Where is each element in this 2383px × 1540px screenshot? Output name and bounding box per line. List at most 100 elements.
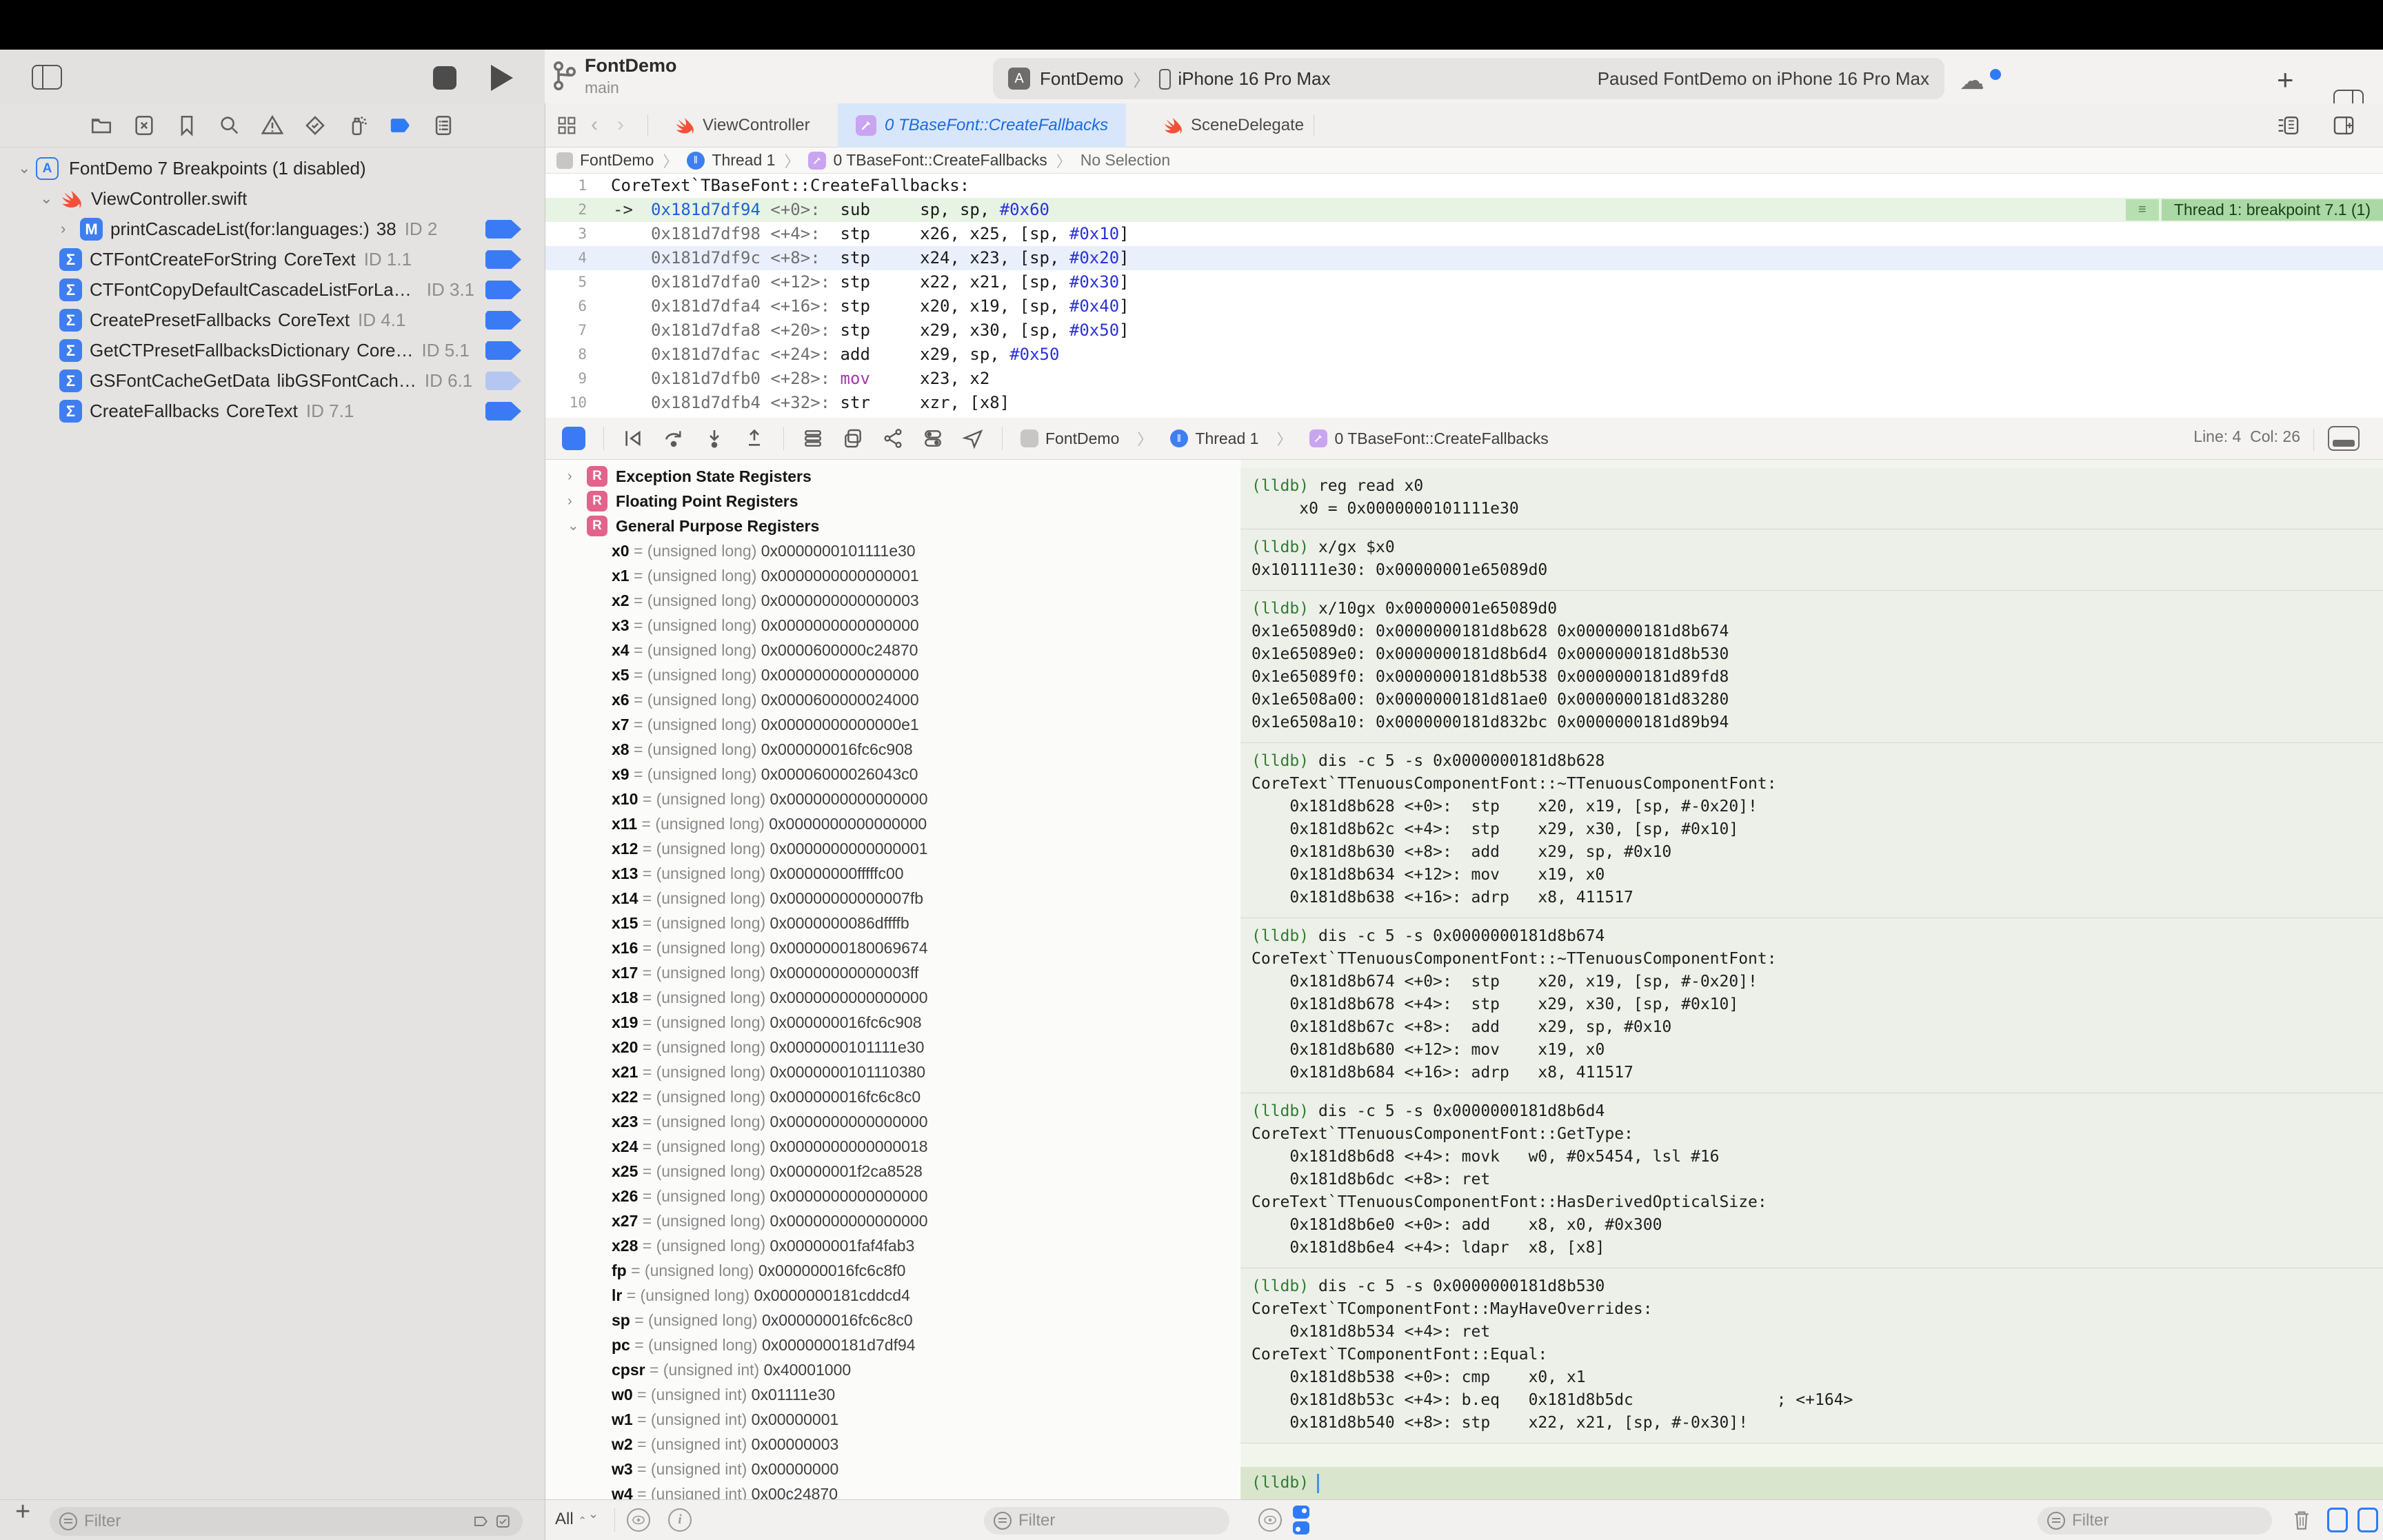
disclosure-open-icon[interactable]: ⌄ [18, 153, 30, 183]
line-number[interactable]: 7 [545, 318, 587, 343]
disclosure-closed-icon[interactable]: › [61, 214, 66, 244]
console-filter-input[interactable] [2071, 1510, 2262, 1531]
breakpoint-toggle-badge[interactable] [485, 311, 521, 330]
register-row[interactable]: x26 = (unsigned long) 0x0000000000000000 [545, 1184, 1240, 1208]
debugger-layout-icon[interactable] [1293, 1506, 1311, 1534]
register-row[interactable]: x9 = (unsigned long) 0x00006000026043c0 [545, 762, 1240, 787]
spray-icon[interactable] [346, 114, 370, 137]
back-chevron-icon[interactable]: ‹ [591, 113, 598, 136]
line-number[interactable]: 8 [545, 343, 587, 367]
tab-scenedelegate[interactable]: SceneDelegate [1144, 103, 1322, 148]
register-row[interactable]: x3 = (unsigned long) 0x0000000000000000 [545, 613, 1240, 638]
register-row[interactable]: x19 = (unsigned long) 0x000000016fc6c908 [545, 1010, 1240, 1035]
register-row[interactable]: x25 = (unsigned long) 0x00000001f2ca8528 [545, 1159, 1240, 1184]
register-row[interactable]: x28 = (unsigned long) 0x00000001faf4fab3 [545, 1233, 1240, 1258]
register-row[interactable]: w4 = (unsigned int) 0x00c24870 [545, 1481, 1240, 1499]
line-number[interactable]: 2 [545, 198, 587, 222]
register-row[interactable]: x2 = (unsigned long) 0x0000000000000003 [545, 588, 1240, 613]
register-row[interactable]: x21 = (unsigned long) 0x0000000101110380 [545, 1060, 1240, 1084]
variables-scope-select[interactable]: All ⌃ [555, 1510, 587, 1529]
bookmark-icon[interactable] [175, 114, 199, 137]
register-row[interactable]: x14 = (unsigned long) 0x00000000000007fb [545, 886, 1240, 911]
breakpoint-row[interactable]: ΣCreatePresetFallbacksCoreTextID 4.1 [0, 305, 545, 335]
environment-overrides-icon[interactable] [922, 427, 944, 449]
line-number[interactable]: 9 [545, 367, 587, 391]
breakpoint-toggle-badge[interactable] [485, 402, 521, 421]
disclosure-open-icon[interactable]: ⌄ [567, 514, 579, 538]
register-row[interactable]: x24 = (unsigned long) 0x0000000000000018 [545, 1134, 1240, 1159]
disclosure-open-icon[interactable]: ⌄ [40, 183, 52, 214]
line-number[interactable]: 4 [545, 246, 587, 270]
quicklook-eye-icon[interactable] [627, 1508, 650, 1532]
step-into-button[interactable] [703, 427, 725, 449]
register-row[interactable]: x7 = (unsigned long) 0x00000000000000e1 [545, 712, 1240, 737]
related-items-icon[interactable] [556, 115, 577, 136]
register-row[interactable]: x6 = (unsigned long) 0x0000600000024000 [545, 687, 1240, 712]
register-row[interactable]: x23 = (unsigned long) 0x0000000000000000 [545, 1109, 1240, 1134]
register-row[interactable]: x8 = (unsigned long) 0x000000016fc6c908 [545, 737, 1240, 762]
breakpoints-toggle-button[interactable] [562, 427, 585, 450]
breakpoint-row[interactable]: ΣGSFontCacheGetDatalibGSFontCach…ID 6.1 [0, 365, 545, 396]
register-row[interactable]: cpsr = (unsigned int) 0x40001000 [545, 1357, 1240, 1382]
run-destination[interactable]: iPhone 16 Pro Max [1178, 68, 1330, 90]
register-row[interactable]: x12 = (unsigned long) 0x0000000000000001 [545, 836, 1240, 861]
tab-createfallbacks[interactable]: 0 TBaseFont::CreateFallbacks [838, 103, 1126, 148]
step-out-button[interactable] [743, 427, 765, 449]
register-row[interactable]: x22 = (unsigned long) 0x000000016fc6c8c0 [545, 1084, 1240, 1109]
line-number[interactable]: 10 [545, 391, 587, 415]
report-icon[interactable] [432, 114, 455, 137]
forward-chevron-icon[interactable]: › [617, 113, 624, 136]
register-row[interactable]: x27 = (unsigned long) 0x0000000000000000 [545, 1208, 1240, 1233]
badge-grip-icon[interactable]: ≡ [2126, 199, 2159, 221]
variables-filter-field[interactable] [984, 1507, 1229, 1534]
jumpbar-thread[interactable]: ‖ Thread 1 [687, 151, 775, 170]
breakpoint-row[interactable]: ΣCTFontCopyDefaultCascadeListForLa…ID 3.… [0, 274, 545, 305]
x-square-icon[interactable] [132, 114, 156, 137]
breakpoint-row[interactable]: ›MprintCascadeList(for:languages:)38ID 2 [0, 214, 545, 244]
register-row[interactable]: x4 = (unsigned long) 0x0000600000c24870 [545, 638, 1240, 662]
register-row[interactable]: x15 = (unsigned long) 0x0000000086dffffb [545, 911, 1240, 935]
register-row[interactable]: w0 = (unsigned int) 0x01111e30 [545, 1382, 1240, 1407]
register-row[interactable]: w1 = (unsigned int) 0x00000001 [545, 1407, 1240, 1432]
new-tab-button[interactable]: + [2277, 63, 2294, 97]
editor-options-icon[interactable] [2277, 114, 2300, 136]
add-editor-icon[interactable] [2332, 114, 2355, 136]
continue-button[interactable] [622, 427, 644, 449]
register-row[interactable]: x18 = (unsigned long) 0x0000000000000000 [545, 985, 1240, 1010]
breakpoint-toggle-badge[interactable] [485, 341, 521, 360]
lldb-prompt-row[interactable]: (lldb) [1240, 1467, 2383, 1499]
line-number[interactable]: 5 [545, 270, 587, 294]
simulate-location-icon[interactable] [962, 427, 984, 449]
debugbar-frame[interactable]: 0 TBaseFont::CreateFallbacks [1309, 429, 1548, 448]
scheme-pill[interactable]: A FontDemo 〉 iPhone 16 Pro Max Paused Fo… [993, 58, 1944, 99]
variables-pane-toggle-icon[interactable] [2327, 1508, 2348, 1532]
breakpoint-file-row[interactable]: ⌄ViewController.swift [0, 183, 545, 214]
register-row[interactable]: x11 = (unsigned long) 0x0000000000000000 [545, 811, 1240, 836]
debug-graph-icon[interactable] [882, 427, 904, 449]
breakpoint-toggle-badge[interactable] [485, 220, 521, 239]
add-breakpoint-button[interactable]: + [15, 1497, 30, 1527]
breakpoint-toggle-badge[interactable] [485, 372, 521, 390]
register-row[interactable]: x17 = (unsigned long) 0x00000000000003ff [545, 960, 1240, 985]
breakpoint-row[interactable]: ΣGetCTPresetFallbacksDictionaryCore…ID 5… [0, 335, 545, 365]
warning-icon[interactable] [261, 114, 284, 137]
line-number[interactable]: 6 [545, 294, 587, 318]
breakpoint-row[interactable]: ΣCreateFallbacksCoreTextID 7.1 [0, 396, 545, 426]
register-row[interactable]: pc = (unsigned long) 0x0000000181d7df94 [545, 1333, 1240, 1357]
register-row[interactable]: fp = (unsigned long) 0x000000016fc6c8f0 [545, 1258, 1240, 1283]
register-row[interactable]: x10 = (unsigned long) 0x0000000000000000 [545, 787, 1240, 811]
disclosure-closed-icon[interactable]: › [567, 464, 572, 489]
sidebar-toggle-icon[interactable] [32, 65, 62, 90]
memory-graph-icon[interactable] [842, 427, 864, 449]
register-row[interactable]: x20 = (unsigned long) 0x0000000101111e30 [545, 1035, 1240, 1060]
diamond-check-icon[interactable] [303, 114, 327, 137]
step-over-button[interactable] [662, 427, 685, 449]
stop-button[interactable] [433, 66, 456, 90]
breakpoint-row[interactable]: ΣCTFontCreateForStringCoreTextID 1.1 [0, 244, 545, 274]
register-row[interactable]: w2 = (unsigned int) 0x00000003 [545, 1432, 1240, 1457]
info-icon[interactable]: i [668, 1508, 692, 1532]
run-button[interactable] [491, 65, 513, 91]
jumpbar-selection[interactable]: No Selection [1080, 151, 1170, 170]
console-eye-icon[interactable] [1258, 1508, 1282, 1532]
breakpoint-filter-field[interactable] [50, 1507, 523, 1536]
